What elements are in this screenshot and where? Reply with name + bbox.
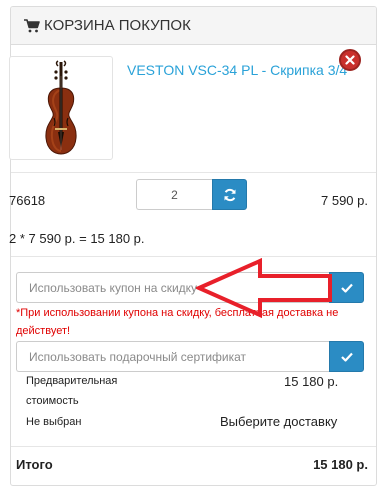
quantity-input[interactable] bbox=[136, 179, 212, 210]
coupon-warning: *При использовании купона на скидку, бес… bbox=[16, 307, 339, 337]
divider bbox=[11, 172, 376, 173]
product-sku: 76618 bbox=[9, 193, 46, 208]
check-icon bbox=[340, 352, 353, 362]
shopping-cart-icon bbox=[24, 18, 40, 33]
cart-item: VESTON VSC-34 PL - Скрипка 3/4 bbox=[9, 49, 361, 166]
violin-icon bbox=[45, 60, 77, 155]
coupon-input[interactable] bbox=[16, 272, 329, 303]
delivery-select[interactable]: Выберите доставку bbox=[220, 414, 337, 429]
subtotal-value: 15 180 р. bbox=[284, 374, 339, 389]
product-thumbnail[interactable] bbox=[9, 56, 113, 160]
total-value: 15 180 р. bbox=[313, 457, 368, 472]
delivery-label: Не выбран bbox=[26, 416, 82, 428]
subtotal-label: Предварительная стоимость bbox=[26, 375, 118, 407]
update-quantity-button[interactable] bbox=[212, 179, 247, 210]
coupon-group bbox=[16, 272, 364, 303]
apply-coupon-button[interactable] bbox=[329, 272, 364, 303]
refresh-icon bbox=[224, 188, 235, 201]
cart-header: КОРЗИНА ПОКУПОК bbox=[11, 7, 376, 45]
apply-certificate-button[interactable] bbox=[329, 341, 364, 372]
check-icon bbox=[340, 283, 353, 293]
total-label: Итого bbox=[16, 457, 53, 472]
close-circle-icon bbox=[345, 55, 355, 65]
product-title-link[interactable]: VESTON VSC-34 PL - Скрипка 3/4 bbox=[127, 62, 347, 78]
divider bbox=[11, 446, 376, 447]
divider bbox=[11, 256, 376, 257]
certificate-input[interactable] bbox=[16, 341, 329, 372]
certificate-group bbox=[16, 341, 364, 372]
cart-title: КОРЗИНА ПОКУПОК bbox=[44, 17, 191, 34]
line-price: 7 590 р. bbox=[321, 193, 368, 208]
price-calculation: 2 * 7 590 р. = 15 180 р. bbox=[9, 231, 145, 246]
quantity-group bbox=[136, 179, 247, 210]
remove-item-button[interactable] bbox=[339, 49, 361, 71]
